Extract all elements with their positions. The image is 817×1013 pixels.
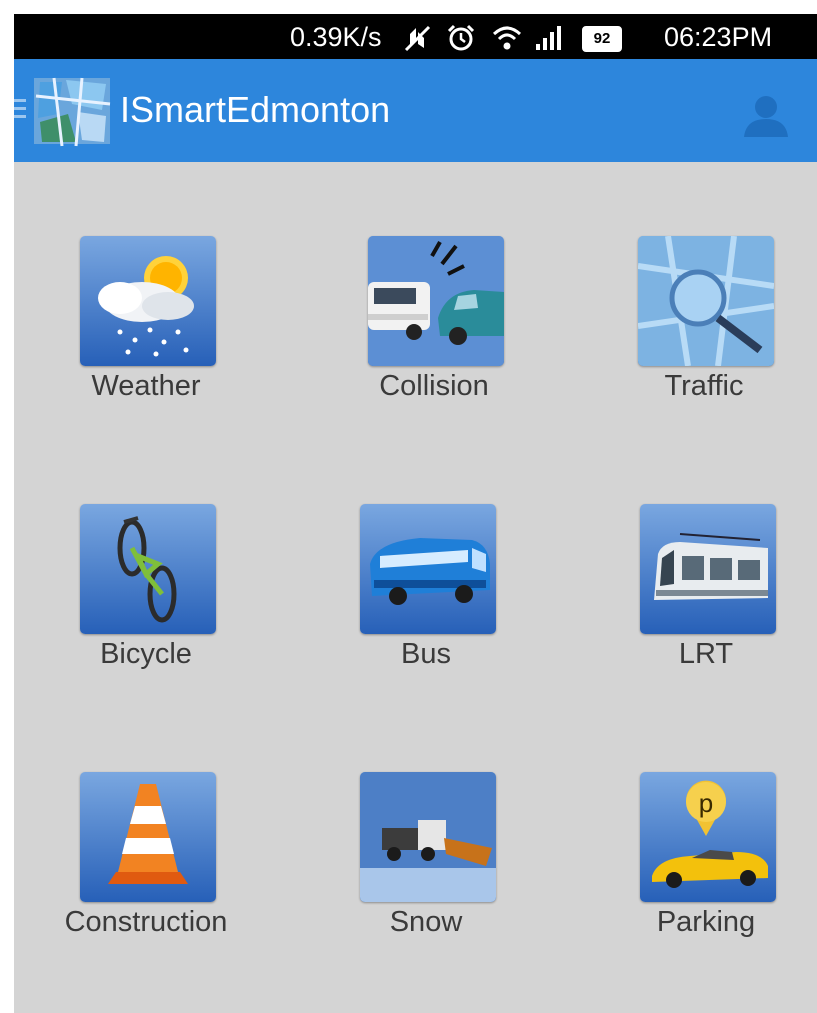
traffic-icon (638, 236, 774, 366)
menu-icon[interactable] (14, 99, 26, 123)
parking-icon: p (640, 772, 776, 902)
battery-level: 92 (593, 30, 611, 47)
tile-lrt[interactable]: LRT (616, 504, 796, 704)
tile-label: Traffic (664, 370, 744, 402)
tile-label: Collision (379, 370, 489, 402)
collision-icon (368, 236, 504, 366)
tile-traffic[interactable]: Traffic (614, 236, 794, 436)
tile-bus[interactable]: Bus (336, 504, 516, 704)
app-bar: ISmartEdmonton (14, 59, 817, 162)
alarm-icon (447, 24, 475, 51)
tile-weather[interactable]: Weather (56, 236, 236, 436)
signal-icon (536, 26, 561, 50)
app-logo-icon[interactable] (32, 74, 112, 148)
clock: 06:23PM (664, 22, 773, 52)
tile-label: Construction (64, 906, 228, 938)
tile-label: Parking (656, 906, 756, 938)
status-bar: 0.39K/s 92 06:23PM (14, 14, 817, 59)
tile-construction[interactable]: Construction (56, 772, 236, 972)
tile-label: Weather (91, 370, 201, 402)
snow-plow-icon (360, 772, 496, 902)
battery-icon: 92 (582, 26, 622, 52)
phone-screen: 0.39K/s 92 06:23PM ISmartEdmonton Weathe… (14, 14, 817, 1013)
svg-text:p: p (699, 788, 713, 818)
tile-bicycle[interactable]: Bicycle (56, 504, 236, 704)
lrt-icon (640, 504, 776, 634)
tile-label: LRT (678, 638, 734, 670)
bicycle-icon (80, 504, 216, 634)
tile-collision[interactable]: Collision (344, 236, 524, 436)
app-title: ISmartEdmonton (120, 89, 391, 130)
tile-label: Bus (401, 638, 451, 670)
bus-icon (360, 504, 496, 634)
profile-icon[interactable] (741, 93, 791, 137)
construction-icon (80, 772, 216, 902)
weather-icon (80, 236, 216, 366)
tile-label: Snow (389, 906, 463, 938)
data-off-icon (404, 25, 431, 52)
tile-snow[interactable]: Snow (336, 772, 516, 972)
tile-parking[interactable]: p Parking (616, 772, 796, 972)
tile-label: Bicycle (100, 638, 192, 670)
net-speed: 0.39K/s (290, 22, 382, 52)
wifi-icon (492, 26, 522, 50)
